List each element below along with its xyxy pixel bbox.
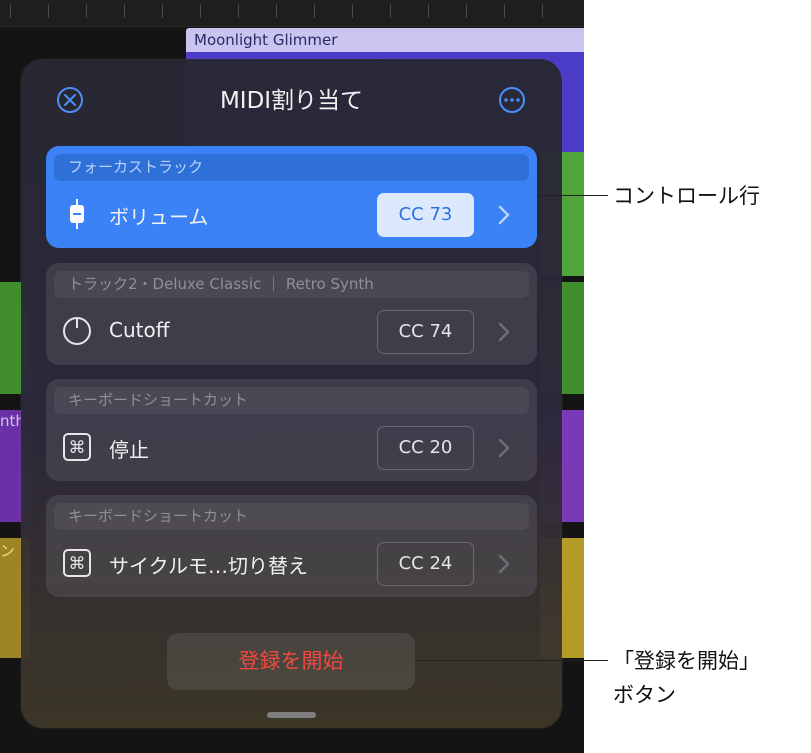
row-label: ボリューム	[109, 205, 209, 229]
command-key-icon: ⌘	[63, 549, 91, 577]
chevron-right-icon[interactable]	[496, 437, 512, 459]
fader-icon	[70, 199, 84, 229]
start-learning-button[interactable]: 登録を開始	[167, 633, 415, 690]
row-label: サイクルモ…切り替え	[109, 554, 308, 578]
svg-text:⌘: ⌘	[69, 554, 86, 574]
more-button[interactable]	[499, 87, 525, 113]
chevron-right-icon[interactable]	[496, 321, 512, 343]
cc-number[interactable]: CC 24	[377, 542, 474, 586]
ellipsis-icon	[504, 98, 520, 102]
chevron-right-icon[interactable]	[496, 553, 512, 575]
knob-icon	[63, 317, 91, 345]
callout-start-button: 「登録を開始」	[613, 649, 760, 673]
callout-start-button-line2: ボタン	[613, 683, 676, 707]
control-row-cycle-mode[interactable]: キーボードショートカット ⌘ サイクルモ…切り替え CC 24	[46, 495, 537, 597]
row-section-label: フォーカストラック	[54, 154, 529, 181]
svg-text:⌘: ⌘	[69, 438, 86, 458]
sheet-grabber[interactable]	[267, 712, 316, 718]
command-key-icon: ⌘	[63, 433, 91, 461]
cc-number[interactable]: CC 73	[377, 193, 474, 237]
control-row-stop[interactable]: キーボードショートカット ⌘ 停止 CC 20	[46, 379, 537, 481]
row-section-label: トラック2・Deluxe Classic ｜ Retro Synth	[54, 271, 529, 298]
callout-line	[538, 195, 608, 196]
row-label: Cutoff	[109, 318, 170, 342]
control-row-cutoff[interactable]: トラック2・Deluxe Classic ｜ Retro Synth Cutof…	[46, 263, 537, 365]
region-label: ン	[0, 542, 16, 560]
row-section-label: キーボードショートカット	[54, 503, 529, 530]
cc-number[interactable]: CC 20	[377, 426, 474, 470]
region-title[interactable]: Moonlight Glimmer	[186, 28, 584, 52]
row-section-label: キーボードショートカット	[54, 387, 529, 414]
cc-number[interactable]: CC 74	[377, 310, 474, 354]
row-label: 停止	[109, 438, 149, 462]
callout-line	[417, 660, 608, 661]
popover-title: MIDI割り当て	[219, 88, 364, 114]
chevron-right-icon[interactable]	[496, 204, 512, 226]
control-row-volume[interactable]: フォーカストラック ボリューム CC 73	[46, 146, 537, 248]
midi-assignments-popover: MIDI割り当て フォーカストラック ボリューム CC 73 トラック2・Del…	[21, 59, 562, 728]
callout-control-row: コントロール行	[613, 184, 760, 208]
timeline-ruler	[0, 0, 584, 27]
